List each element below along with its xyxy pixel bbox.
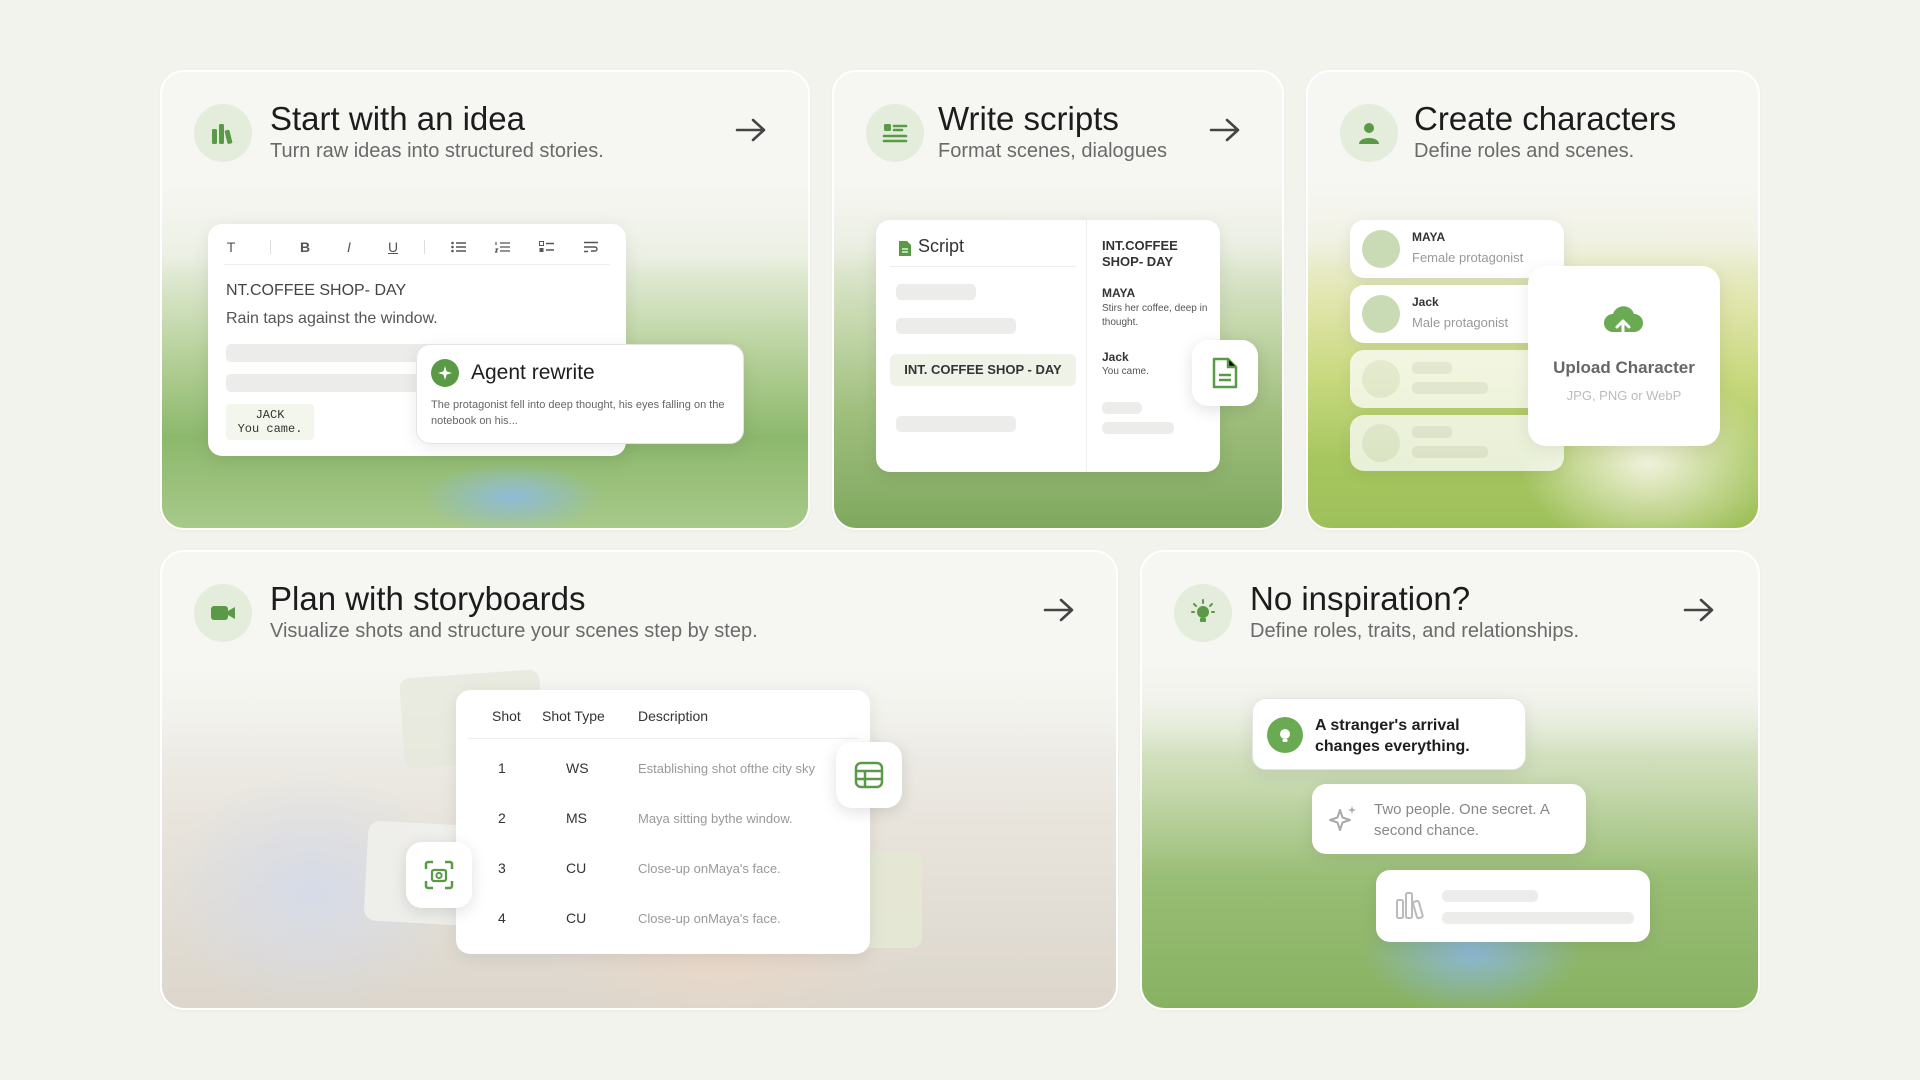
document-icon: [898, 240, 912, 262]
card-title: Write scripts: [938, 100, 1119, 137]
card-create-characters[interactable]: Create characters Define roles and scene…: [1306, 70, 1760, 530]
arrow-right-icon[interactable]: [734, 116, 768, 144]
table-row[interactable]: 2 MS Maya sitting bythe window.: [456, 800, 870, 844]
card-title: No inspiration?: [1250, 580, 1471, 617]
character-name: Jack: [1102, 350, 1129, 364]
sparkle-icon: [1328, 804, 1358, 839]
lightbulb-icon: [1267, 717, 1303, 753]
table-header: Shot Type: [542, 708, 605, 724]
table-row[interactable]: 4 CU Close-up onMaya's face.: [456, 900, 870, 944]
person-icon: [1340, 104, 1398, 162]
sparkle-icon: [431, 359, 459, 387]
dialogue-character: JACK: [255, 408, 285, 422]
video-camera-icon: [194, 584, 252, 642]
table-row[interactable]: 3 CU Close-up onMaya's face.: [456, 850, 870, 894]
document-icon[interactable]: [1192, 340, 1258, 406]
bar-chart-icon: [194, 104, 252, 162]
character-name: MAYA: [1102, 286, 1136, 300]
script-panel: Script INT. COFFEE SHOP - DAY INT.COFFEE…: [876, 220, 1220, 472]
scene-heading: INT.COFFEE SHOP- DAY: [1102, 238, 1178, 269]
avatar: [1362, 230, 1400, 268]
camera-scan-icon[interactable]: [406, 842, 472, 908]
character-role: Male protagonist: [1412, 315, 1509, 330]
character-name: MAYA: [1412, 230, 1446, 244]
prompt-text: A stranger's arrival changes everything.: [1315, 717, 1470, 755]
character-item[interactable]: MAYA Female protagonist: [1350, 220, 1564, 278]
italic-button[interactable]: I: [338, 236, 360, 258]
bar-chart-icon: [1394, 890, 1426, 925]
bold-button[interactable]: B: [294, 236, 316, 258]
card-title: Start with an idea: [270, 100, 525, 137]
storyboard-table: Shot Shot Type Description 1 WS Establis…: [456, 690, 870, 954]
scene-tag[interactable]: INT. COFFEE SHOP - DAY: [890, 354, 1076, 386]
card-title: Plan with storyboards: [270, 580, 586, 617]
card-title: Create characters: [1414, 100, 1677, 137]
table-icon[interactable]: [836, 742, 902, 808]
inspiration-prompt[interactable]: A stranger's arrival changes everything.: [1252, 698, 1526, 770]
character-name: Jack: [1412, 295, 1439, 309]
card-plan-with-storyboards[interactable]: Plan with storyboards Visualize shots an…: [160, 550, 1118, 1010]
agent-text: The protagonist fell into deep thought, …: [431, 399, 725, 427]
card-subtitle: Define roles and scenes.: [1414, 140, 1635, 162]
card-start-with-idea[interactable]: Start with an idea Turn raw ideas into s…: [160, 70, 810, 530]
dialogue-text: You came.: [1102, 366, 1149, 377]
dialogue-line: You came.: [237, 422, 303, 436]
checklist-icon[interactable]: [536, 236, 558, 258]
upload-character-card[interactable]: Upload Character JPG, PNG or WebP: [1528, 266, 1720, 446]
action-line: Rain taps against the window.: [226, 310, 438, 327]
arrow-right-icon[interactable]: [1682, 596, 1716, 624]
table-row[interactable]: 1 WS Establishing shot ofthe city sky: [456, 750, 870, 794]
character-role: Female protagonist: [1412, 250, 1524, 265]
upload-hint: JPG, PNG or WebP: [1566, 388, 1682, 403]
wrap-text-icon[interactable]: [580, 236, 602, 258]
text-style-button[interactable]: T: [220, 236, 242, 258]
upload-title: Upload Character: [1553, 358, 1695, 377]
card-subtitle: Define roles, traits, and relationships.: [1250, 620, 1580, 642]
card-subtitle: Turn raw ideas into structured stories.: [270, 140, 604, 162]
card-no-inspiration[interactable]: No inspiration? Define roles, traits, an…: [1140, 550, 1760, 1010]
avatar: [1362, 295, 1400, 333]
dialogue-block: JACK You came.: [226, 404, 314, 440]
agent-title: Agent rewrite: [471, 361, 595, 384]
arrow-right-icon[interactable]: [1042, 596, 1076, 624]
card-subtitle: Visualize shots and structure your scene…: [270, 620, 758, 642]
agent-rewrite-card[interactable]: Agent rewrite The protagonist fell into …: [416, 344, 744, 444]
prompt-text: Two people. One secret. A second chance.: [1374, 801, 1550, 839]
script-panel-title: Script: [918, 236, 965, 256]
lightbulb-icon: [1174, 584, 1232, 642]
table-header: Description: [638, 708, 709, 724]
dialogue-text: Stirs her coffee, deep in thought.: [1102, 303, 1208, 328]
scene-heading: NT.COFFEE SHOP- DAY: [226, 282, 407, 299]
card-subtitle: Format scenes, dialogues: [938, 140, 1168, 162]
arrow-right-icon[interactable]: [1208, 116, 1242, 144]
table-header: Shot: [492, 708, 521, 724]
inspiration-prompt-placeholder: [1376, 870, 1650, 942]
bulleted-list-icon[interactable]: [448, 236, 470, 258]
script-lines-icon: [866, 104, 924, 162]
numbered-list-icon[interactable]: [492, 236, 514, 258]
cloud-upload-icon: [1602, 306, 1644, 347]
card-write-scripts[interactable]: Write scripts Format scenes, dialogues S…: [832, 70, 1284, 530]
underline-button[interactable]: U: [382, 236, 404, 258]
inspiration-prompt[interactable]: Two people. One secret. A second chance.: [1312, 784, 1586, 854]
